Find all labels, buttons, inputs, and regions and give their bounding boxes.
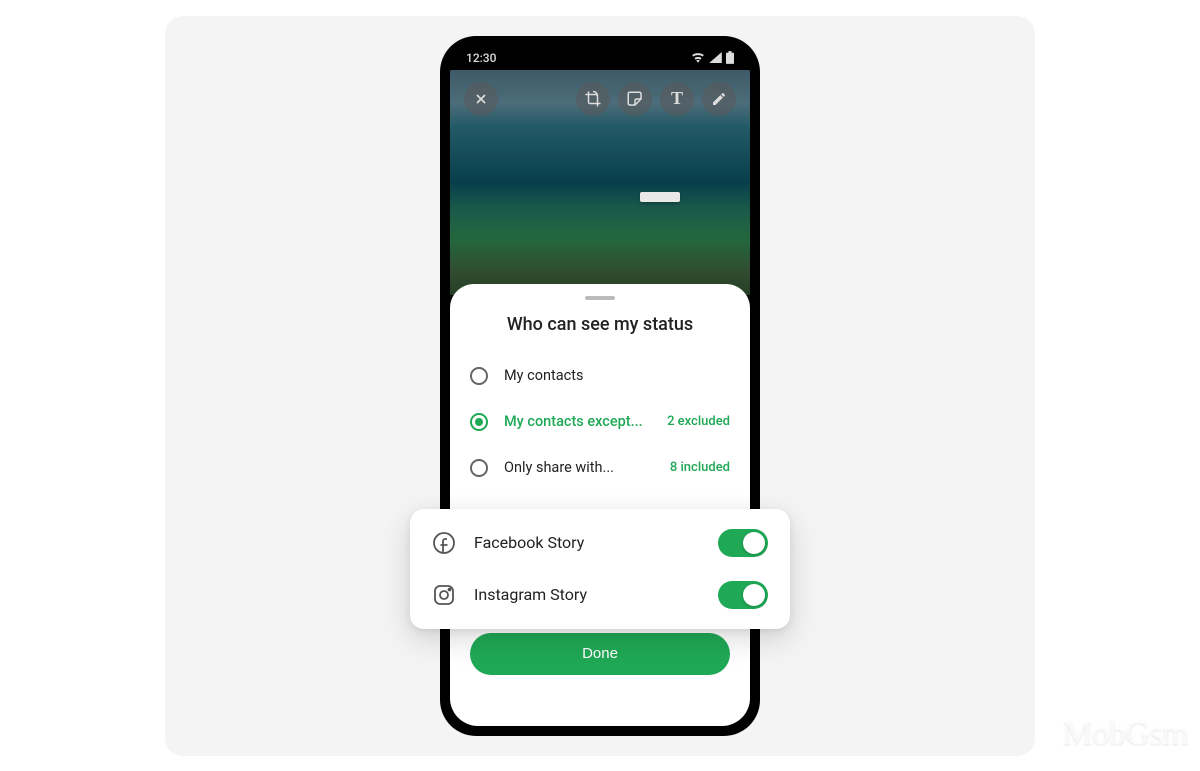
share-facebook-row: Facebook Story	[432, 517, 768, 569]
status-icons	[691, 51, 734, 64]
status-bar-time: 12:30	[466, 51, 496, 65]
option-count: 8 included	[670, 460, 730, 475]
option-label: My contacts	[504, 367, 714, 384]
editor-toolbar: T	[450, 82, 750, 116]
battery-icon	[726, 51, 734, 64]
sheet-title: Who can see my status	[470, 314, 730, 335]
instagram-icon	[432, 583, 456, 607]
instagram-toggle[interactable]	[718, 581, 768, 609]
wifi-icon	[691, 52, 705, 63]
facebook-toggle[interactable]	[718, 529, 768, 557]
share-instagram-row: Instagram Story	[432, 569, 768, 621]
draw-button[interactable]	[702, 82, 736, 116]
sticker-button[interactable]	[618, 82, 652, 116]
done-button[interactable]: Done	[470, 633, 730, 675]
page-container: 12:30	[165, 16, 1035, 756]
crop-rotate-icon	[584, 90, 602, 108]
drag-handle[interactable]	[585, 296, 615, 300]
status-image-preview: T	[450, 70, 750, 295]
watermark: MobGsm	[1063, 715, 1188, 753]
crop-rotate-button[interactable]	[576, 82, 610, 116]
signal-icon	[709, 52, 722, 63]
share-label: Facebook Story	[474, 533, 700, 552]
status-bar: 12:30	[450, 46, 750, 70]
radio-unchecked-icon	[470, 367, 488, 385]
privacy-option-only-share-with[interactable]: Only share with... 8 included	[470, 445, 730, 491]
phone-frame: 12:30	[440, 36, 760, 736]
radio-checked-icon	[470, 413, 488, 431]
close-button[interactable]	[464, 82, 498, 116]
option-label: Only share with...	[504, 459, 654, 476]
share-targets-card: Facebook Story Instagram Story	[410, 509, 790, 629]
privacy-sheet: Who can see my status My contacts My con…	[450, 284, 750, 726]
share-label: Instagram Story	[474, 585, 700, 604]
facebook-icon	[432, 531, 456, 555]
option-count: 2 excluded	[667, 414, 730, 429]
text-button[interactable]: T	[660, 82, 694, 116]
radio-unchecked-icon	[470, 459, 488, 477]
pencil-icon	[711, 91, 727, 107]
close-icon	[473, 91, 489, 107]
text-icon: T	[671, 88, 683, 109]
option-label: My contacts except...	[504, 413, 651, 430]
privacy-option-contacts-except[interactable]: My contacts except... 2 excluded	[470, 399, 730, 445]
sticker-icon	[626, 90, 644, 108]
image-detail	[640, 192, 680, 202]
privacy-option-my-contacts[interactable]: My contacts	[470, 353, 730, 399]
